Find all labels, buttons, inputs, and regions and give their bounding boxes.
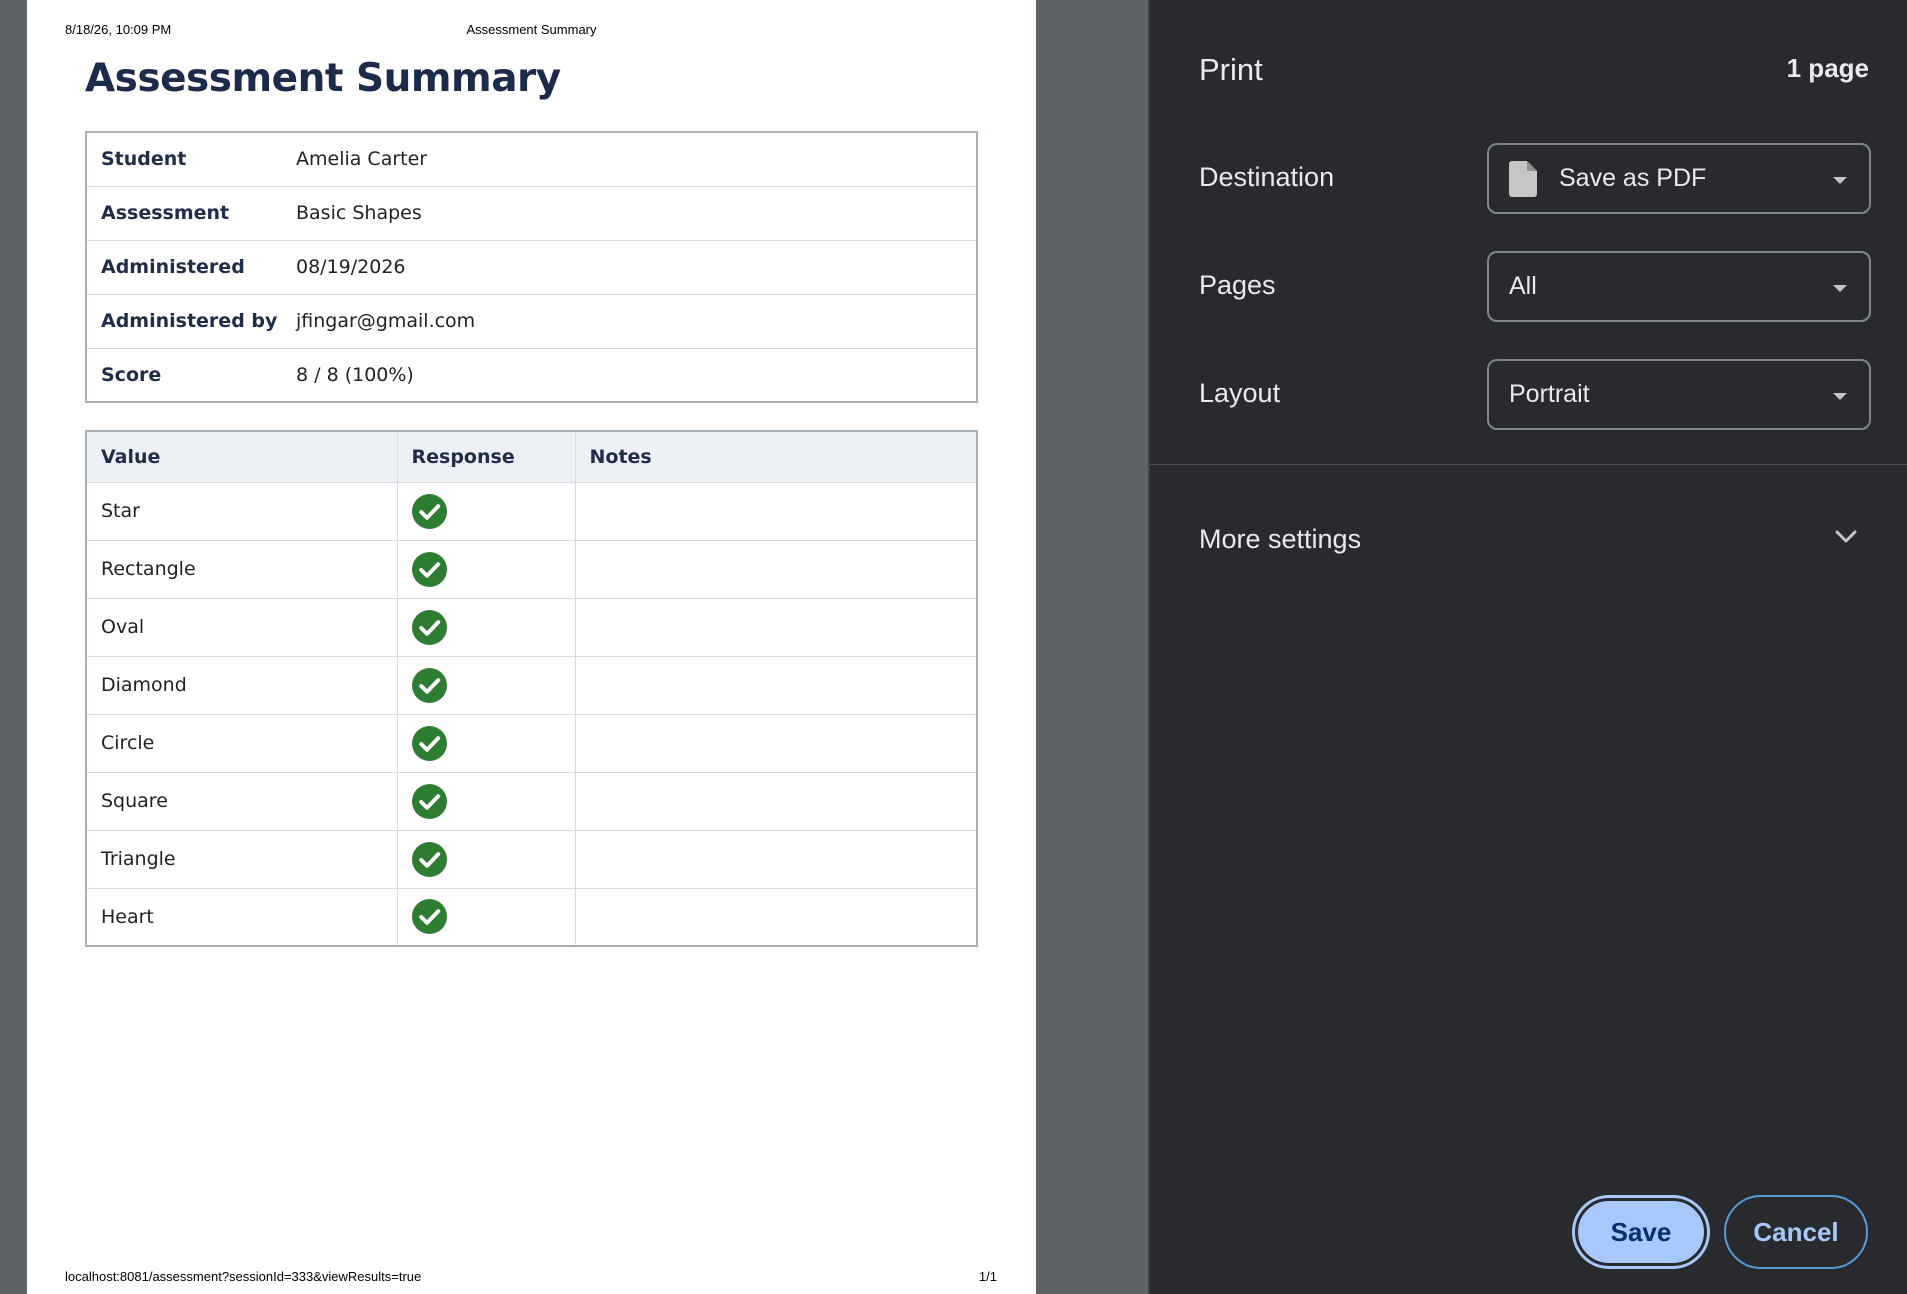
notes-cell: [575, 771, 977, 830]
info-row-administered-by: Administered by jfingar@gmail.com: [86, 293, 977, 348]
save-button[interactable]: Save: [1575, 1198, 1707, 1266]
response-cell: [397, 771, 576, 830]
notes-cell: [575, 597, 977, 656]
print-settings-panel: Print 1 page Destination Save as PDF Pag…: [1148, 0, 1907, 1294]
column-header-notes: Notes: [575, 431, 977, 483]
destination-value: Save as PDF: [1559, 164, 1707, 192]
check-circle-icon: [411, 841, 447, 877]
document-icon: [1509, 160, 1537, 197]
table-row: Triangle: [86, 829, 977, 888]
layout-select[interactable]: Portrait: [1487, 359, 1871, 430]
shape-value-cell: Diamond: [86, 655, 398, 714]
info-row-administered: Administered 08/19/2026: [86, 239, 977, 294]
shape-value-cell: Star: [86, 481, 398, 540]
document-title: Assessment Summary: [85, 56, 561, 101]
responses-table: Value Response Notes Star Rectangle Oval Di…: [85, 430, 978, 947]
preview-page: 8/18/26, 10:09 PM Assessment Summary Ass…: [27, 0, 1036, 1294]
check-circle-icon: [411, 493, 447, 529]
info-row-student: Student Amelia Carter: [86, 132, 977, 186]
destination-select[interactable]: Save as PDF: [1487, 143, 1871, 214]
cancel-button[interactable]: Cancel: [1724, 1195, 1868, 1269]
info-value: 08/19/2026: [282, 239, 977, 294]
caret-down-icon: [1833, 285, 1847, 292]
notes-cell: [575, 829, 977, 888]
info-value: Amelia Carter: [296, 148, 428, 171]
assessment-info-table: Student Amelia Carter Assessment Basic S…: [85, 131, 978, 403]
print-title: Print: [1199, 52, 1263, 87]
check-circle-icon: [411, 667, 447, 703]
pages-value: All: [1509, 272, 1537, 300]
response-cell: [397, 887, 576, 946]
panel-divider: [1150, 464, 1907, 465]
info-row-score: Score 8 / 8 (100%): [86, 347, 977, 402]
column-header-response: Response: [397, 431, 576, 483]
table-row: Star: [86, 481, 977, 540]
shape-value-cell: Circle: [86, 713, 398, 772]
table-row: Heart: [86, 887, 977, 946]
shape-value-cell: Heart: [86, 887, 398, 946]
response-cell: [397, 655, 576, 714]
info-label: Assessment: [86, 185, 282, 240]
column-header-value: Value: [86, 431, 398, 483]
notes-cell: [575, 655, 977, 714]
info-label: Score: [86, 347, 282, 402]
shape-value-cell: Rectangle: [86, 539, 398, 598]
notes-cell: [575, 713, 977, 772]
info-value: jfingar@gmail.com: [282, 293, 977, 348]
shape-value-cell: Triangle: [86, 829, 398, 888]
print-preview-area: 8/18/26, 10:09 PM Assessment Summary Ass…: [0, 0, 1148, 1294]
caret-down-icon: [1833, 393, 1847, 400]
caret-down-icon: [1833, 177, 1847, 184]
check-circle-icon: [411, 783, 447, 819]
info-label: Administered: [86, 239, 282, 294]
info-label: Administered by: [86, 293, 282, 348]
table-row: Circle: [86, 713, 977, 772]
pages-label: Pages: [1199, 270, 1276, 300]
table-row: Rectangle: [86, 539, 977, 598]
page-header-title: Assessment Summary: [466, 22, 597, 37]
info-label: Student: [101, 148, 187, 171]
layout-label: Layout: [1199, 378, 1281, 408]
notes-cell: [575, 539, 977, 598]
chevron-down-icon[interactable]: [1835, 530, 1857, 544]
shape-value-cell: Oval: [86, 597, 398, 656]
layout-value: Portrait: [1509, 380, 1590, 408]
response-cell: [397, 829, 576, 888]
response-cell: [397, 539, 576, 598]
table-header-row: Value Response Notes: [86, 431, 977, 483]
page-count: 1 page: [1786, 53, 1869, 83]
table-row: Square: [86, 771, 977, 830]
info-row-assessment: Assessment Basic Shapes: [86, 185, 977, 240]
response-cell: [397, 713, 576, 772]
notes-cell: [575, 481, 977, 540]
check-circle-icon: [411, 551, 447, 587]
page-footer-page-number: 1/1: [978, 1269, 997, 1284]
check-circle-icon: [411, 609, 447, 645]
table-row: Diamond: [86, 655, 977, 714]
shape-value-cell: Square: [86, 771, 398, 830]
check-circle-icon: [411, 725, 447, 761]
response-cell: [397, 597, 576, 656]
more-settings-toggle[interactable]: More settings: [1199, 524, 1361, 555]
table-row: Oval: [86, 597, 977, 656]
info-value: Basic Shapes: [282, 185, 977, 240]
page-footer-url: localhost:8081/assessment?sessionId=333&…: [65, 1269, 422, 1284]
check-circle-icon: [411, 899, 447, 935]
destination-label: Destination: [1199, 162, 1335, 192]
pages-select[interactable]: All: [1487, 251, 1871, 322]
response-cell: [397, 481, 576, 540]
info-value: 8 / 8 (100%): [282, 347, 977, 402]
notes-cell: [575, 887, 977, 946]
